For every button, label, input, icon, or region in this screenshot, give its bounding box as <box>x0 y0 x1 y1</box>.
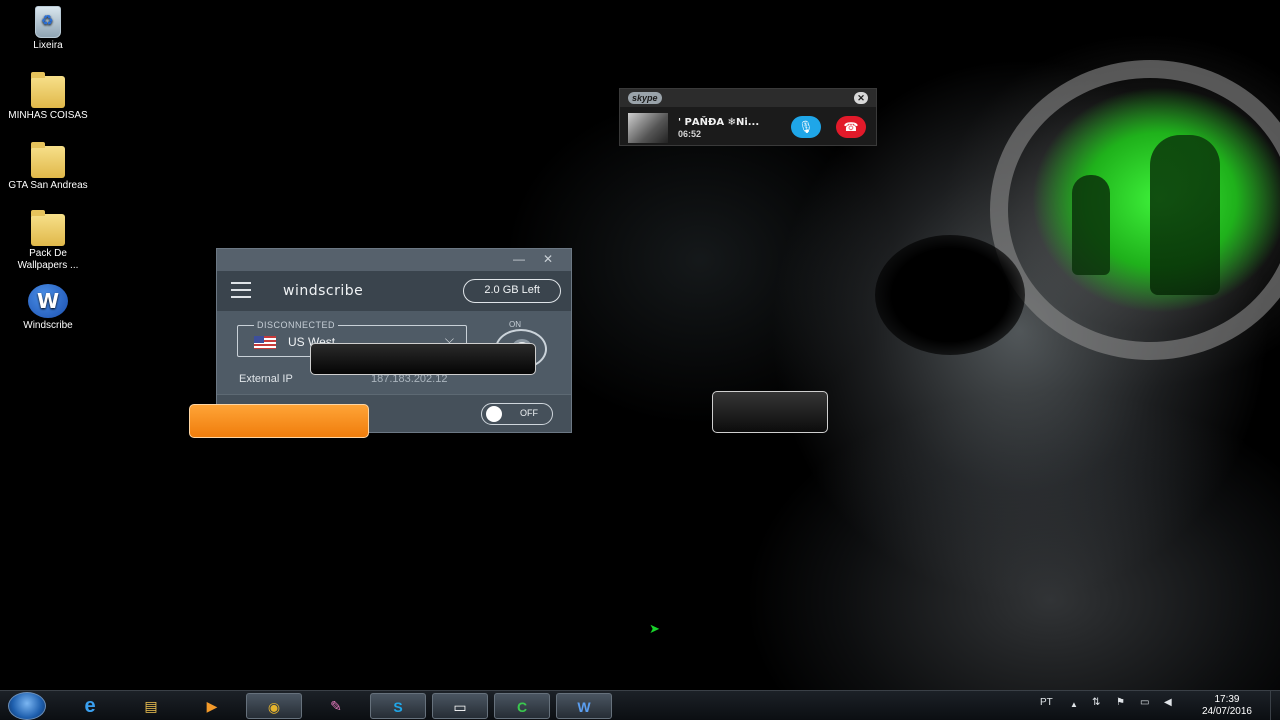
taskbar-internet-explorer[interactable]: e <box>62 693 118 719</box>
folder-icon <box>31 72 65 108</box>
taskbar-paint[interactable]: ✎ <box>308 693 364 719</box>
taskbar-skype[interactable]: S <box>370 693 426 719</box>
external-ip-label: External IP <box>239 373 293 385</box>
desktop-icon-minhas-coisas[interactable]: MINHAS COISAS <box>0 72 96 122</box>
taskbar-chrome[interactable]: ◉ <box>246 693 302 719</box>
highlight-box <box>189 404 369 438</box>
show-hidden-icons[interactable]: ▲ <box>1070 700 1078 709</box>
firewall-toggle[interactable]: OFF <box>481 403 553 425</box>
redaction-box <box>310 343 536 375</box>
wallpaper-soldier-silhouette <box>1150 135 1220 295</box>
start-button[interactable] <box>8 692 46 720</box>
system-clock[interactable]: 17:39 24/07/2016 <box>1202 694 1252 718</box>
desktop-icon-windscribe[interactable]: W Windscribe <box>0 284 96 332</box>
skype-call-window[interactable]: skype ✕ ' ΡΑŇĐΑ ❄Ni... 06:52 🎙 ☎ <box>619 88 877 146</box>
folder-icon: ▤ <box>144 698 158 714</box>
volume-icon[interactable]: ◀ <box>1164 697 1172 708</box>
monitor-icon[interactable]: ▭ <box>1140 697 1149 708</box>
taskbar-camtasia[interactable]: C <box>494 693 550 719</box>
connection-status: DISCONNECTED <box>254 320 339 330</box>
windscribe-icon: W <box>577 699 591 715</box>
skype-icon: S <box>393 699 403 715</box>
desktop-icon-label: GTA San Andreas <box>8 180 88 191</box>
microphone-icon: 🎙 <box>798 120 814 134</box>
skype-title-bar[interactable]: skype ✕ <box>620 89 876 107</box>
taskbar-windscribe[interactable]: W <box>556 693 612 719</box>
taskbar: e ▤ ▶ ◉ ✎ S ▭ C W PT ▲ ⇅ ⚑ ▭ ◀ 17:39 24/… <box>0 690 1280 720</box>
wallpaper-eye-socket <box>875 235 1025 355</box>
skype-close-button[interactable]: ✕ <box>854 92 868 104</box>
taskbar-media-player[interactable]: ▶ <box>184 693 240 719</box>
chrome-icon: ◉ <box>267 699 281 715</box>
phone-hangup-icon: ☎ <box>843 120 859 134</box>
clock-date: 24/07/2016 <box>1201 706 1252 717</box>
folder-icon <box>31 142 65 178</box>
skype-logo: skype <box>628 92 662 104</box>
contact-name: ' ΡΑŇĐΑ ❄Ni... <box>678 117 760 128</box>
paint-icon: ✎ <box>330 698 342 714</box>
contact-avatar <box>628 113 668 143</box>
hamburger-menu-icon[interactable] <box>231 282 251 298</box>
desktop-icon-label: MINHAS COISAS <box>8 110 88 121</box>
toggle-knob <box>486 406 502 422</box>
call-duration: 06:52 <box>678 129 702 139</box>
desktop-icon-recycle-bin[interactable]: Lixeira <box>0 6 96 52</box>
folder-icon <box>31 210 65 246</box>
mouse-cursor-icon: ➤ <box>649 621 660 636</box>
firewall-state: OFF <box>520 408 538 418</box>
windscribe-icon: W <box>28 284 68 318</box>
network-icon[interactable]: ⇅ <box>1092 697 1100 708</box>
power-on-label: ON <box>509 320 521 329</box>
hang-up-button[interactable]: ☎ <box>836 116 866 138</box>
terminal-icon: ▭ <box>453 699 467 715</box>
action-center-flag-icon[interactable]: ⚑ <box>1116 697 1125 708</box>
desktop-icon-label: Pack De Wallpapers ... <box>17 248 79 271</box>
desktop-icon-label: Lixeira <box>33 40 63 51</box>
close-button[interactable]: ✕ <box>543 252 553 266</box>
us-flag-icon <box>254 336 276 349</box>
taskbar-file-explorer[interactable]: ▤ <box>123 693 179 719</box>
camtasia-icon: C <box>516 699 528 715</box>
mute-microphone-button[interactable]: 🎙 <box>791 116 821 138</box>
redaction-box-2 <box>712 391 828 433</box>
windscribe-title-bar[interactable]: — ✕ <box>217 249 571 271</box>
desktop-icon-label: Windscribe <box>23 320 73 331</box>
taskbar-command-prompt[interactable]: ▭ <box>432 693 488 719</box>
clock-time: 17:39 <box>1214 694 1240 705</box>
internet-explorer-icon: e <box>84 695 96 717</box>
play-icon: ▶ <box>206 698 218 714</box>
minimize-button[interactable]: — <box>513 252 525 266</box>
recycle-bin-icon <box>35 6 61 38</box>
wallpaper-soldier-silhouette-2 <box>1072 175 1110 275</box>
windscribe-brand: windscribe <box>283 283 364 299</box>
windscribe-header: windscribe 2.0 GB Left <box>217 271 571 311</box>
data-left-button[interactable]: 2.0 GB Left <box>463 279 561 303</box>
language-indicator[interactable]: PT <box>1040 697 1053 708</box>
desktop-icon-gta-san-andreas[interactable]: GTA San Andreas <box>0 142 96 192</box>
show-desktop-button[interactable] <box>1270 691 1280 720</box>
desktop-icon-pack-de-wallpapers[interactable]: Pack De Wallpapers ... <box>0 210 96 272</box>
